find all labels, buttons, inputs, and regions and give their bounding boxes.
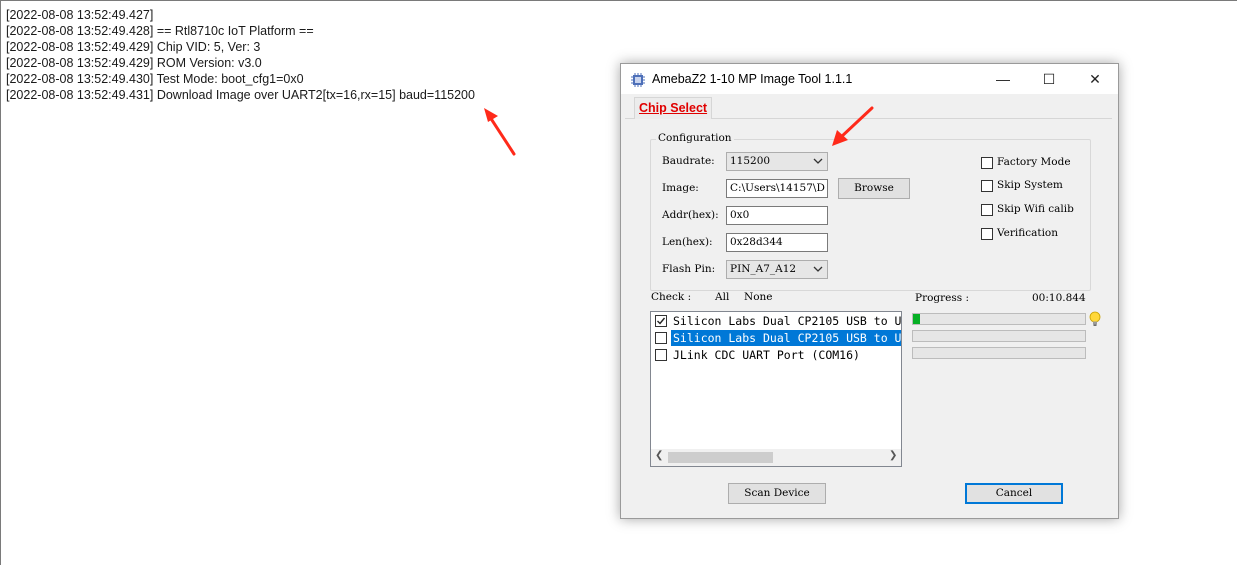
annotation-arrow-icon (484, 108, 516, 156)
browse-button[interactable]: Browse (838, 178, 910, 199)
skip-system-checkbox[interactable] (981, 180, 993, 192)
log-line: [2022-08-08 13:52:49.431] Download Image… (6, 88, 475, 102)
device-checkbox[interactable] (655, 315, 667, 327)
close-button[interactable]: ✕ (1072, 64, 1118, 94)
baudrate-label: Baudrate: (662, 155, 715, 167)
log-line: [2022-08-08 13:52:49.430] Test Mode: boo… (6, 72, 304, 86)
check-none-link[interactable]: None (744, 291, 773, 303)
log-line: [2022-08-08 13:52:49.427] (6, 8, 154, 22)
check-all-link[interactable]: All (715, 291, 729, 303)
scan-device-button[interactable]: Scan Device (728, 483, 826, 504)
window-title: AmebaZ2 1-10 MP Image Tool 1.1.1 (652, 72, 853, 86)
len-label: Len(hex): (662, 236, 713, 248)
device-label: JLink CDC UART Port (COM16) (673, 348, 860, 362)
verification-checkbox[interactable] (981, 228, 993, 240)
log-line: [2022-08-08 13:52:49.429] Chip VID: 5, V… (6, 40, 261, 54)
list-item[interactable]: Silicon Labs Dual CP2105 USB to U (654, 313, 902, 329)
checkmark-icon (657, 317, 666, 325)
device-label: Silicon Labs Dual CP2105 USB to U (673, 314, 902, 328)
lightbulb-icon (1089, 311, 1101, 326)
factory-mode-checkbox[interactable] (981, 157, 993, 169)
scrollbar-thumb[interactable] (668, 452, 773, 463)
device-checkbox[interactable] (655, 349, 667, 361)
skip-system-label: Skip System (997, 179, 1063, 191)
factory-mode-label: Factory Mode (997, 156, 1071, 168)
len-input[interactable]: 0x28d344 (726, 233, 828, 252)
list-item[interactable]: Silicon Labs Dual CP2105 USB to U (654, 330, 901, 346)
flash-pin-value: PIN_A7_A12 (730, 263, 797, 275)
tab-chip-select[interactable]: Chip Select (634, 97, 713, 119)
addr-input[interactable]: 0x0 (726, 206, 828, 225)
annotation-arrow-icon (832, 106, 874, 146)
progress-label: Progress : (915, 292, 970, 304)
log-line: [2022-08-08 13:52:49.429] ROM Version: v… (6, 56, 262, 70)
app-icon (631, 73, 645, 87)
log-line: [2022-08-08 13:52:49.428] == Rtl8710c Io… (6, 24, 314, 38)
device-checkbox[interactable] (655, 332, 667, 344)
minimize-button[interactable]: — (980, 64, 1026, 94)
flash-pin-label: Flash Pin: (662, 263, 716, 275)
image-label: Image: (662, 182, 699, 194)
check-label: Check : (651, 291, 692, 303)
addr-label: Addr(hex): (662, 209, 719, 221)
scroll-left-icon[interactable]: ❮ (655, 450, 663, 461)
horizontal-scrollbar[interactable]: ❮ ❯ (651, 449, 901, 466)
maximize-button[interactable]: ☐ (1026, 64, 1072, 94)
flash-pin-select[interactable]: PIN_A7_A12 (726, 260, 828, 279)
device-list[interactable]: Silicon Labs Dual CP2105 USB to U Silico… (650, 311, 902, 467)
skip-wifi-calib-checkbox[interactable] (981, 204, 993, 216)
scroll-right-icon[interactable]: ❯ (889, 450, 897, 461)
configuration-title: Configuration (656, 132, 734, 144)
skip-wifi-calib-label: Skip Wifi calib (997, 203, 1074, 215)
image-path-input[interactable]: C:\Users\14157\D (726, 179, 828, 198)
baudrate-select[interactable]: 115200 (726, 152, 828, 171)
baudrate-value: 115200 (730, 155, 771, 167)
device-progress-bar (912, 313, 1086, 325)
progress-time: 00:10.844 (1032, 292, 1086, 304)
cancel-button[interactable]: Cancel (965, 483, 1063, 504)
chevron-down-icon (813, 266, 823, 272)
list-item[interactable]: JLink CDC UART Port (COM16) (654, 347, 901, 363)
device-progress-bar (912, 330, 1086, 342)
chevron-down-icon (813, 158, 823, 164)
device-label: Silicon Labs Dual CP2105 USB to U (671, 330, 901, 346)
title-bar[interactable]: AmebaZ2 1-10 MP Image Tool 1.1.1 — ☐ ✕ (621, 64, 1118, 94)
verification-label: Verification (997, 227, 1059, 239)
device-progress-bar (912, 347, 1086, 359)
progress-fill (913, 314, 920, 324)
